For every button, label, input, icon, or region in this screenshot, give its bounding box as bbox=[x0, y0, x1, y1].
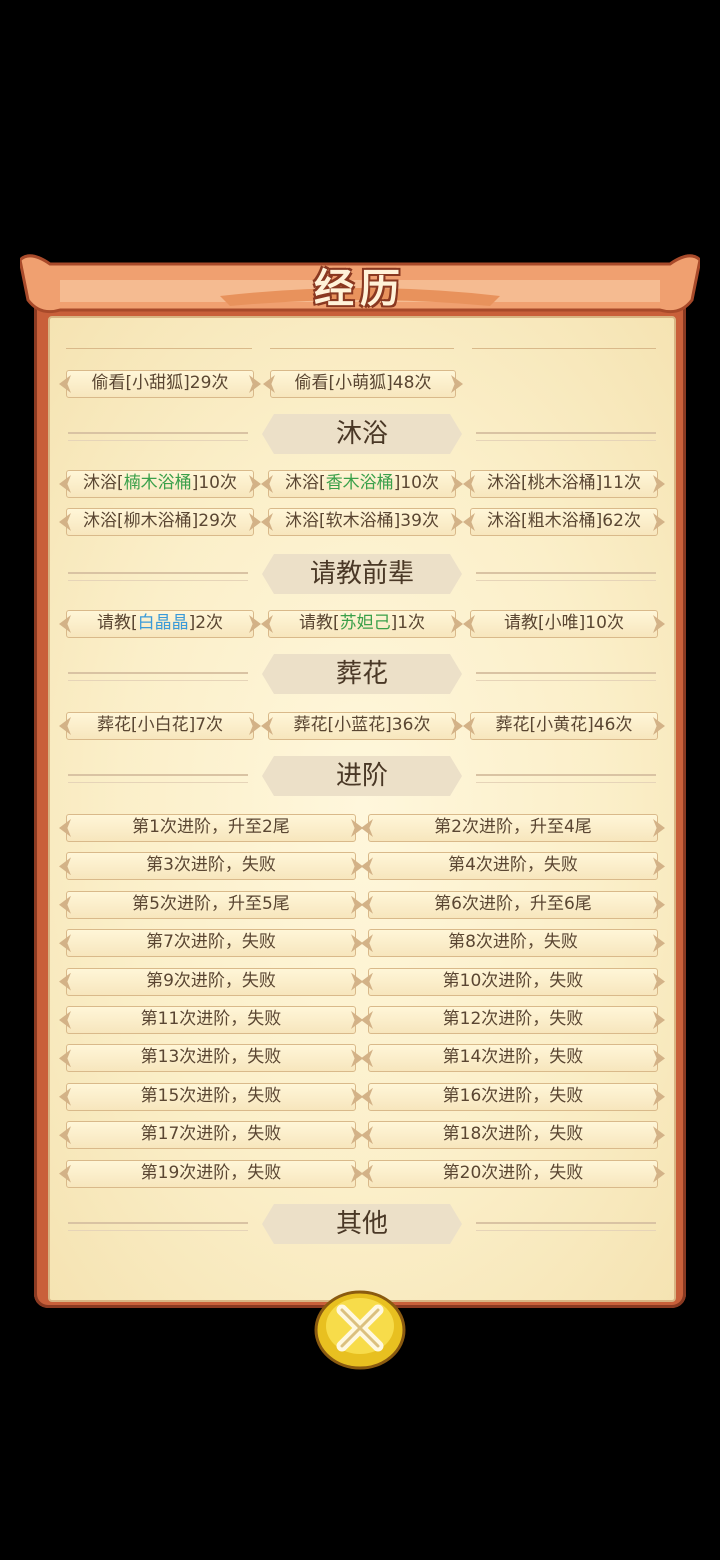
advance-item: 第16次进阶，失败 bbox=[368, 1082, 658, 1111]
item-highlight: 楠木浴桶 bbox=[123, 473, 192, 493]
advance-item: 第2次进阶，升至4尾 bbox=[368, 814, 658, 842]
bath-item: 沐浴[香木浴桶]10次 bbox=[268, 470, 456, 498]
partial-row-edge bbox=[472, 348, 656, 355]
advance-item: 第8次进阶，失败 bbox=[368, 929, 658, 958]
item-highlight: 白晶晶 bbox=[137, 613, 189, 633]
bath-item: 沐浴[软木浴桶]39次 bbox=[268, 508, 456, 536]
advance-item: 第14次进阶，失败 bbox=[368, 1044, 658, 1073]
consult-item: 请教[白晶晶]2次 bbox=[66, 610, 254, 638]
item-highlight: 苏妲己 bbox=[339, 613, 391, 633]
experience-panel: 偷看[小甜狐]29次 偷看[小萌狐]48次 沐浴 沐浴[楠木浴桶]10次 沐浴[… bbox=[48, 316, 676, 1302]
item-text: 沐浴[柳木浴桶]29次 bbox=[83, 511, 237, 531]
section-header-consult: 请教前辈 bbox=[50, 554, 674, 596]
advance-item: 第17次进阶，失败 bbox=[66, 1121, 356, 1150]
divider-line bbox=[68, 432, 248, 441]
bath-item: 沐浴[桃木浴桶]11次 bbox=[470, 470, 658, 498]
divider-line bbox=[68, 774, 248, 783]
divider-line bbox=[476, 672, 656, 681]
advance-item: 第4次进阶，失败 bbox=[368, 852, 658, 881]
section-title: 请教前辈 bbox=[262, 554, 462, 594]
section-header-bath: 沐浴 bbox=[50, 414, 674, 456]
advance-item: 第6次进阶，升至6尾 bbox=[368, 890, 658, 919]
divider-line bbox=[68, 1222, 248, 1231]
bath-item: 沐浴[柳木浴桶]29次 bbox=[66, 508, 254, 536]
consult-item: 请教[苏妲己]1次 bbox=[268, 610, 456, 638]
consult-item: 请教[小唯]10次 bbox=[470, 610, 658, 638]
section-header-bury: 葬花 bbox=[50, 654, 674, 696]
peek-item: 偷看[小甜狐]29次 bbox=[66, 370, 254, 398]
section-title: 沐浴 bbox=[262, 414, 462, 454]
bury-item: 葬花[小黄花]46次 bbox=[470, 712, 658, 740]
partial-row-edge bbox=[270, 348, 454, 355]
advance-item: 第1次进阶，升至2尾 bbox=[66, 814, 356, 842]
divider-line bbox=[476, 572, 656, 581]
partial-row-edge bbox=[66, 348, 252, 355]
item-text: 沐浴[ bbox=[83, 473, 124, 493]
item-text: 沐浴[粗木浴桶]62次 bbox=[487, 511, 641, 531]
advance-item: 第20次进阶，失败 bbox=[368, 1159, 658, 1188]
bury-item: 葬花[小白花]7次 bbox=[66, 712, 254, 740]
section-header-advance: 进阶 bbox=[50, 756, 674, 798]
item-text: 沐浴[桃木浴桶]11次 bbox=[487, 473, 641, 493]
item-text: ]10次 bbox=[191, 473, 237, 493]
advance-item: 第19次进阶，失败 bbox=[66, 1159, 356, 1188]
peek-item: 偷看[小萌狐]48次 bbox=[270, 370, 456, 398]
item-text: ]1次 bbox=[390, 613, 426, 633]
item-text: 沐浴[软木浴桶]39次 bbox=[285, 511, 439, 531]
experience-list[interactable]: 偷看[小甜狐]29次 偷看[小萌狐]48次 沐浴 沐浴[楠木浴桶]10次 沐浴[… bbox=[50, 318, 674, 1300]
item-text: 请教[ bbox=[96, 613, 138, 633]
advance-item: 第15次进阶，失败 bbox=[66, 1082, 356, 1111]
advance-item: 第12次进阶，失败 bbox=[368, 1006, 658, 1034]
close-button[interactable] bbox=[312, 1290, 408, 1376]
advance-item: 第5次进阶，升至5尾 bbox=[66, 890, 356, 919]
item-highlight: 香木浴桶 bbox=[325, 473, 394, 493]
item-text: 请教[小唯]10次 bbox=[504, 613, 624, 633]
divider-line bbox=[476, 1222, 656, 1231]
advance-item: 第18次进阶，失败 bbox=[368, 1121, 658, 1150]
close-icon bbox=[314, 1290, 406, 1370]
dialog-title: 经历 bbox=[314, 265, 406, 312]
divider-line bbox=[476, 774, 656, 783]
section-title: 葬花 bbox=[262, 654, 462, 694]
bury-item: 葬花[小蓝花]36次 bbox=[268, 712, 456, 740]
advance-item: 第11次进阶，失败 bbox=[66, 1006, 356, 1034]
section-header-other: 其他 bbox=[50, 1204, 674, 1246]
advance-item: 第13次进阶，失败 bbox=[66, 1044, 356, 1073]
advance-item: 第10次进阶，失败 bbox=[368, 967, 658, 996]
item-text: ]2次 bbox=[188, 613, 224, 633]
divider-line bbox=[68, 572, 248, 581]
section-title: 其他 bbox=[262, 1204, 462, 1244]
section-title: 进阶 bbox=[262, 756, 462, 796]
advance-item: 第7次进阶，失败 bbox=[66, 929, 356, 958]
bath-item: 沐浴[楠木浴桶]10次 bbox=[66, 470, 254, 498]
item-text: 沐浴[ bbox=[285, 473, 326, 493]
advance-item: 第9次进阶，失败 bbox=[66, 967, 356, 996]
advance-item: 第3次进阶，失败 bbox=[66, 852, 356, 881]
item-text: 请教[ bbox=[298, 613, 340, 633]
item-text: ]10次 bbox=[393, 473, 439, 493]
bath-item: 沐浴[粗木浴桶]62次 bbox=[470, 508, 658, 536]
divider-line bbox=[68, 672, 248, 681]
divider-line bbox=[476, 432, 656, 441]
